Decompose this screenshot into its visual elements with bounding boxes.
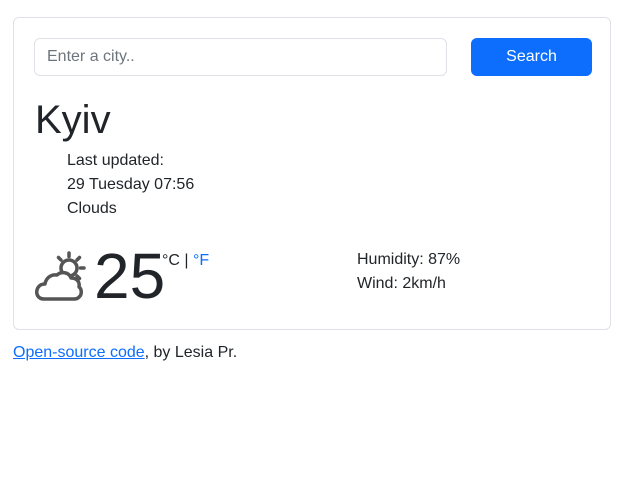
weather-conditions: Humidity: 87% Wind: 2km/h [357, 248, 460, 296]
temperature-units: °C | °F [162, 251, 209, 271]
unit-fahrenheit-link[interactable]: °F [193, 252, 209, 269]
author-credit: , by Lesia Pr. [144, 344, 238, 361]
last-updated-label: Last updated: [67, 152, 164, 169]
unit-separator: | [184, 252, 189, 269]
wind-text: Wind: 2km/h [357, 275, 446, 292]
weather-description: Clouds [67, 200, 117, 217]
search-button[interactable]: Search [471, 38, 592, 76]
humidity-text: Humidity: 87% [357, 251, 461, 268]
unit-celsius[interactable]: °C [162, 252, 180, 269]
search-form: Search [34, 38, 592, 76]
footer: Open-source code, by Lesia Pr. [13, 342, 237, 364]
city-name: Kyiv [35, 98, 111, 142]
last-updated-datetime: 29 Tuesday 07:56 [67, 176, 195, 193]
city-search-input[interactable] [34, 38, 447, 76]
partly-cloudy-icon [34, 249, 90, 305]
weather-details: Last updated: 29 Tuesday 07:56 Clouds [67, 149, 194, 221]
source-code-link[interactable]: Open-source code [13, 344, 145, 361]
temperature-value: 25 [94, 240, 166, 312]
weather-app-card: Search Kyiv Last updated: 29 Tuesday 07:… [13, 17, 611, 330]
